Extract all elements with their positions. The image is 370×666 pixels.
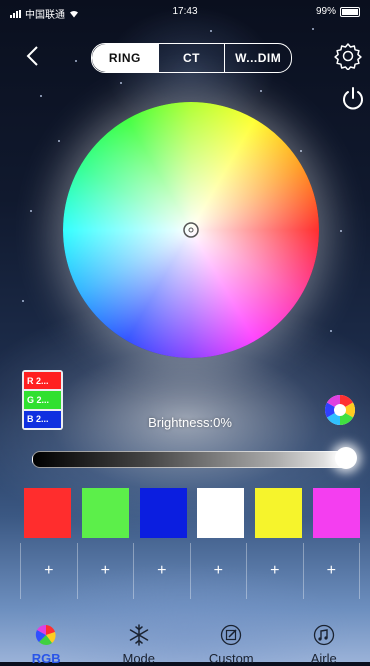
- battery-icon: [340, 7, 360, 17]
- battery-info: 99%: [316, 6, 360, 17]
- music-icon: [313, 624, 335, 646]
- tab-wdim[interactable]: W...DIM: [225, 44, 291, 72]
- color-picker-handle[interactable]: [182, 221, 200, 239]
- swatch-magenta[interactable]: [313, 488, 360, 538]
- green-value: G 2...: [24, 391, 61, 408]
- blue-value: B 2...: [24, 411, 61, 428]
- add-color-slot[interactable]: +: [133, 543, 190, 599]
- nav-airle[interactable]: Airle: [278, 620, 370, 662]
- color-swatches: [24, 488, 360, 538]
- red-value: R 2...: [24, 372, 61, 389]
- swatch-yellow[interactable]: [255, 488, 302, 538]
- swatch-green[interactable]: [82, 488, 129, 538]
- add-color-slot[interactable]: +: [190, 543, 247, 599]
- tab-ring[interactable]: RING: [92, 44, 158, 72]
- brightness-label: Brightness:0%: [120, 415, 260, 430]
- nav-label-custom: Custom: [185, 651, 278, 666]
- power-icon[interactable]: [340, 86, 366, 112]
- add-color-slot[interactable]: +: [246, 543, 303, 599]
- rgb-readout: R 2... G 2... B 2...: [22, 370, 63, 430]
- tab-ct[interactable]: CT: [158, 44, 226, 72]
- swatch-blue[interactable]: [140, 488, 187, 538]
- brightness-slider[interactable]: [32, 451, 356, 468]
- nav-custom[interactable]: Custom: [185, 620, 278, 662]
- nav-label-mode: Mode: [93, 651, 186, 666]
- swatch-red[interactable]: [24, 488, 71, 538]
- edit-icon: [220, 624, 242, 646]
- rgb-color-icon: [35, 624, 57, 646]
- swatch-white[interactable]: [197, 488, 244, 538]
- add-color-slot[interactable]: +: [303, 543, 361, 599]
- add-color-slot[interactable]: +: [77, 543, 134, 599]
- status-time: 17:43: [0, 6, 370, 17]
- snowflake-icon: [128, 624, 150, 646]
- color-palette-icon[interactable]: [322, 392, 358, 428]
- slider-knob[interactable]: [335, 447, 357, 469]
- mode-tabs: RING CT W...DIM: [91, 43, 292, 73]
- custom-color-slots: + + + + + +: [20, 543, 360, 599]
- status-bar: 中国联通 17:43 99%: [0, 0, 370, 22]
- gear-icon[interactable]: [334, 42, 362, 70]
- add-color-slot[interactable]: +: [20, 543, 77, 599]
- nav-rgb[interactable]: RGB: [0, 620, 93, 662]
- nav-mode[interactable]: Mode: [93, 620, 186, 662]
- bottom-nav: RGB Mode Custom Airle: [0, 620, 370, 662]
- nav-label-rgb: RGB: [0, 651, 93, 666]
- back-arrow-icon[interactable]: [22, 44, 46, 68]
- nav-label-airle: Airle: [278, 651, 370, 666]
- battery-percent: 99%: [316, 6, 336, 17]
